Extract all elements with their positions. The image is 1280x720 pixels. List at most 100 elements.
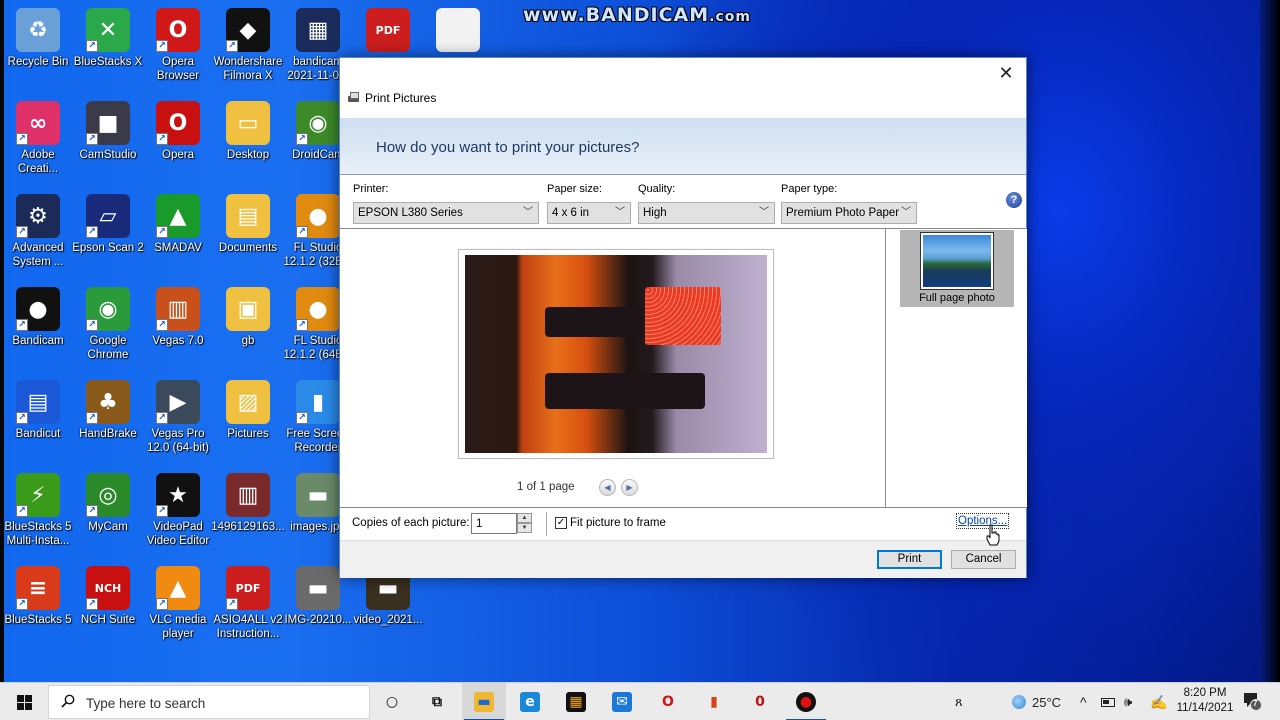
desktop-icon[interactable]: O ↗ Opera [140, 101, 216, 162]
desktop-icon[interactable]: ● ↗ Bandicam [0, 287, 76, 348]
desktop-icon[interactable]: ▤ ↗ Bandicut [0, 380, 76, 441]
desktop-icon[interactable]: ▨ Pictures [210, 380, 286, 441]
desktop-icon[interactable]: ◉ ↗ Google Chrome [70, 287, 146, 362]
volume-icon[interactable]: 🕪 [1124, 683, 1132, 720]
watermark-suffix: .com [709, 9, 751, 25]
battery-icon[interactable] [1101, 683, 1115, 720]
copies-input[interactable] [471, 513, 517, 534]
start-button[interactable] [0, 683, 48, 720]
system-clock[interactable]: 8:20 PM 11/14/2021 [1170, 686, 1240, 716]
print-pictures-dialog: ✕ Print Pictures How do you want to prin… [339, 57, 1027, 578]
desktop-icon[interactable]: ♣ ↗ HandBrake [70, 380, 146, 441]
people-icon[interactable]: ጸ [955, 683, 963, 720]
desktop-icon[interactable] [420, 8, 496, 52]
taskbar: Type here to search ○ ⧉ ▬ e ▦ ✉ O ▮ 0 ● ጸ 25°C ^ … [0, 682, 1280, 720]
desktop-icon[interactable]: ▶ ↗ Vegas Pro 12.0 (64-bit) [140, 380, 216, 455]
chevron-down-icon: ﹀ [523, 207, 533, 218]
close-button[interactable]: ✕ [992, 61, 1020, 87]
desktop-icon[interactable]: ▥ ↗ Vegas 7.0 [140, 287, 216, 348]
taskbar-search-box[interactable]: Type here to search [48, 685, 370, 719]
print-button[interactable]: Print [877, 550, 942, 569]
shortcut-arrow-icon: ↗ [86, 319, 98, 331]
mail-icon: ✉ [612, 692, 632, 712]
desktop-icon[interactable]: ≡ ↗ BlueStacks 5 [0, 566, 76, 627]
desktop-icon[interactable]: ▱ ↗ Epson Scan 2 [70, 194, 146, 255]
app-icon: ▲ ↗ [156, 194, 200, 238]
app-icon: ▤ ↗ [16, 380, 60, 424]
desktop-icon-label: 1496129163... [211, 521, 285, 533]
chevron-down-icon: ﹀ [759, 207, 769, 218]
app-icon: ✕ ↗ [86, 8, 130, 52]
desktop-icon[interactable]: ▭ Desktop [210, 101, 286, 162]
taskbar-mail-button[interactable]: ✉ [600, 683, 644, 720]
quality-label: Quality: [638, 183, 676, 195]
desktop-icon[interactable]: ◆ ↗ Wondershare Filmora X [210, 8, 286, 83]
desktop-icon[interactable]: PDF ↗ ASIO4ALL v2 Instruction... [210, 566, 286, 641]
desktop-icon[interactable]: ▲ ↗ SMADAV [140, 194, 216, 255]
desktop-icon[interactable]: ⚙ ↗ Advanced System ... [0, 194, 76, 269]
fit-picture-label[interactable]: Fit picture to frame [570, 517, 666, 529]
app-icon: ▬ [296, 473, 340, 517]
previous-page-button[interactable]: ◀ [599, 479, 616, 496]
desktop-icon[interactable]: ▥ 1496129163... [210, 473, 286, 534]
desktop-icon[interactable]: ■ ↗ CamStudio [70, 101, 146, 162]
desktop-icon[interactable]: ▲ ↗ VLC media player [140, 566, 216, 641]
taskbar-file-explorer-button[interactable]: ▬ [462, 683, 506, 720]
next-page-button[interactable]: ▶ [621, 479, 638, 496]
search-placeholder: Type here to search [86, 696, 206, 711]
cancel-button[interactable]: Cancel [951, 550, 1016, 569]
photo-figure [545, 307, 645, 337]
taskbar-bandicam-button[interactable]: ● [784, 683, 828, 720]
desktop-icon-label: Adobe Creati... [17, 149, 59, 175]
desktop-icon-label: video_2021... [353, 614, 423, 626]
show-hidden-icons-button[interactable]: ^ [1080, 683, 1087, 720]
taskbar-cortana-button[interactable]: ○ [370, 683, 414, 720]
fit-picture-checkbox[interactable]: ✓ [555, 517, 567, 529]
app-icon: ▬ [296, 566, 340, 610]
taskbar-opera-button[interactable]: O [646, 683, 690, 720]
help-icon[interactable]: ? [1006, 192, 1022, 208]
app-icon: ◉ ↗ [86, 287, 130, 331]
paper-size-dropdown[interactable]: 4 x 6 in ﹀ [547, 202, 631, 224]
desktop-icon[interactable]: NCH ↗ NCH Suite [70, 566, 146, 627]
shortcut-arrow-icon: ↗ [86, 505, 98, 517]
desktop-icon[interactable]: ✕ ↗ BlueStacks X [70, 8, 146, 69]
shortcut-arrow-icon: ↗ [16, 505, 28, 517]
desktop-icon[interactable]: ∞ ↗ Adobe Creati... [0, 101, 76, 176]
copies-decrement-button[interactable]: ▼ [517, 523, 532, 533]
taskbar-task-view-button[interactable]: ⧉ [415, 683, 459, 720]
weather-widget[interactable]: 25°C [1012, 683, 1061, 720]
pen-icon[interactable]: ✍ [1150, 683, 1167, 720]
desktop-icon[interactable]: ★ ↗ VideoPad Video Editor [140, 473, 216, 548]
notification-center-button[interactable]: 7 [1242, 691, 1262, 711]
shortcut-arrow-icon: ↗ [156, 133, 168, 145]
copies-increment-button[interactable]: ▲ [517, 513, 532, 523]
app-icon: ▱ ↗ [86, 194, 130, 238]
taskbar-microsoft-store-button[interactable]: ▦ [554, 683, 598, 720]
shortcut-arrow-icon: ↗ [156, 412, 168, 424]
desktop-icon[interactable]: O ↗ Opera Browser [140, 8, 216, 83]
bandicam-watermark: www.BANDICAM.com [523, 4, 751, 26]
printer-value: EPSON L380 Series [358, 207, 463, 219]
desktop-icon[interactable]: ◎ ↗ MyCam [70, 473, 146, 534]
desktop-icon-label: Bandicut [15, 428, 61, 440]
taskbar-opera-gx-button[interactable]: 0 [738, 683, 782, 720]
divider [546, 512, 547, 536]
desktop-icon[interactable]: ⚡ ↗ BlueStacks 5 Multi-Insta... [0, 473, 76, 548]
desktop-icon[interactable]: PDF [350, 8, 426, 52]
taskbar-office-button[interactable]: ▮ [692, 683, 736, 720]
taskbar-edge-button[interactable]: e [508, 683, 552, 720]
desktop-icon[interactable]: ▣ gb [210, 287, 286, 348]
desktop-icon-label: Opera Browser [156, 56, 200, 82]
layout-option-full-page-photo[interactable]: Full page photo [900, 230, 1014, 307]
app-icon [436, 8, 480, 52]
dialog-banner: How do you want to print your pictures? [340, 118, 1026, 175]
quality-dropdown[interactable]: High ﹀ [638, 202, 775, 224]
dialog-title-bar: Print Pictures [347, 91, 436, 105]
app-icon: ▲ ↗ [156, 566, 200, 610]
app-icon: ◆ ↗ [226, 8, 270, 52]
paper-type-dropdown[interactable]: Premium Photo Paper ﹀ [781, 202, 917, 224]
printer-dropdown[interactable]: EPSON L380 Series ﹀ [353, 202, 539, 224]
desktop-icon[interactable]: ♻ Recycle Bin [0, 8, 76, 69]
desktop-icon[interactable]: ▤ Documents [210, 194, 286, 255]
